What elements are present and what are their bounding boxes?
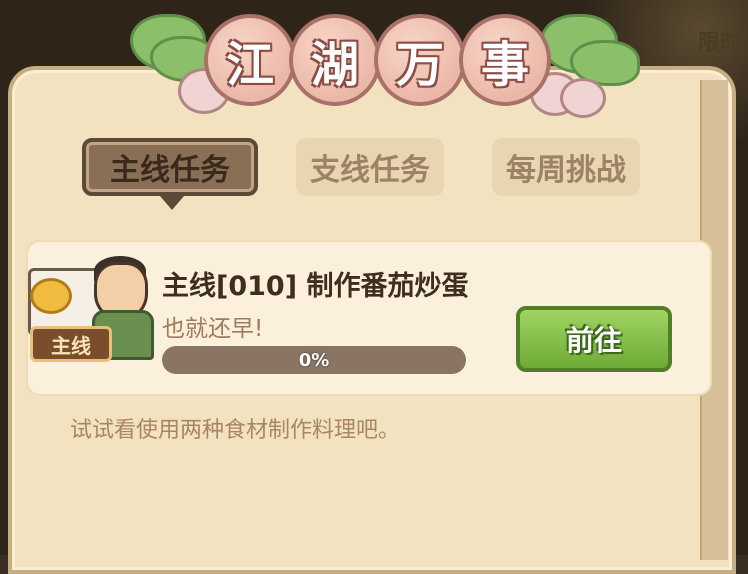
tab-side-quest[interactable]: 支线任务	[296, 138, 444, 196]
active-tab-pointer-icon	[160, 196, 184, 210]
title-char-2: 湖	[289, 14, 381, 106]
tab-main-quest[interactable]: 主线任务	[82, 138, 258, 196]
limited-time-label: 限时	[697, 31, 742, 56]
title-char-1: 江	[204, 14, 296, 106]
quest-subtitle: 也就还早!	[162, 316, 264, 342]
radish-decor-right-2-icon	[560, 78, 606, 118]
quest-type-tag: 主线	[30, 326, 112, 362]
quest-hint: 试试看使用两种食材制作料理吧。	[70, 418, 401, 443]
quest-progress-bar: 0%	[162, 346, 466, 374]
bun-icon	[30, 278, 72, 314]
quest-title: 主线[010] 制作番茄炒蛋	[162, 271, 469, 302]
go-button[interactable]: 前往	[516, 306, 672, 372]
title-char-4: 事	[459, 14, 551, 106]
panel-title: 江 湖 万 事	[190, 8, 560, 108]
title-char-3: 万	[374, 14, 466, 106]
quest-progress-text: 0%	[298, 349, 330, 371]
tab-weekly-challenge[interactable]: 每周挑战	[492, 138, 640, 196]
